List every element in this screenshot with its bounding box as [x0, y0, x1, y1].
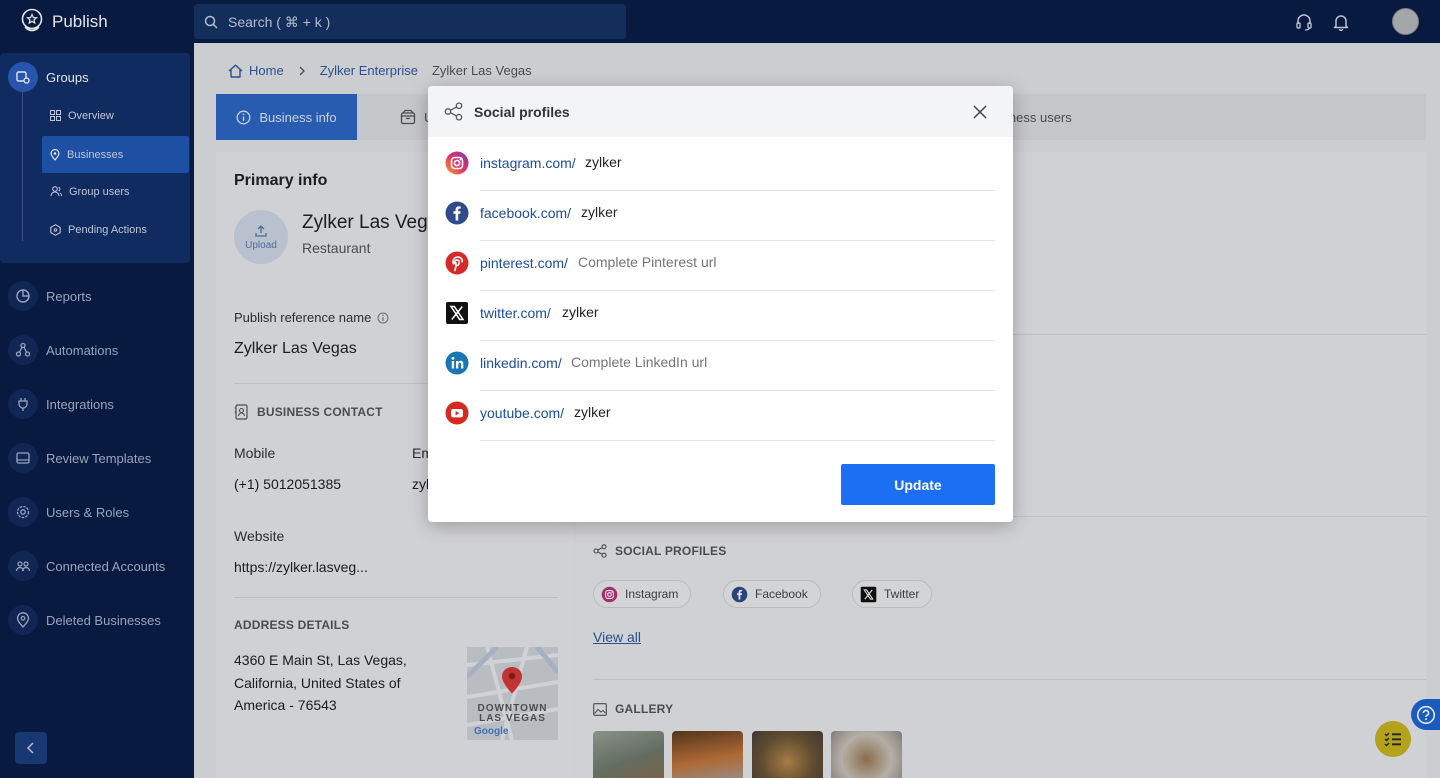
modal-title: Social profiles — [474, 103, 570, 120]
facebook-icon — [445, 201, 469, 225]
instagram-input[interactable] — [585, 151, 985, 173]
input-underline — [480, 240, 995, 241]
social-row-youtube: youtube.com/ — [445, 398, 995, 441]
youtube-input[interactable] — [574, 401, 974, 423]
social-row-twitter: twitter.com/ — [445, 298, 995, 341]
instagram-prefix: instagram.com/ — [480, 155, 576, 171]
youtube-icon — [445, 401, 469, 425]
close-button[interactable] — [969, 101, 991, 123]
twitter-prefix: twitter.com/ — [480, 305, 551, 321]
social-row-instagram: instagram.com/ — [445, 148, 995, 191]
input-underline — [480, 340, 995, 341]
input-underline — [480, 390, 995, 391]
input-underline — [480, 440, 995, 441]
linkedin-icon — [445, 351, 469, 375]
modal-header: Social profiles — [428, 86, 1013, 137]
pinterest-input[interactable] — [578, 251, 978, 273]
facebook-input[interactable] — [581, 201, 981, 223]
pinterest-prefix: pinterest.com/ — [480, 255, 568, 271]
close-icon — [973, 105, 987, 119]
facebook-prefix: facebook.com/ — [480, 205, 572, 221]
social-profiles-modal: Social profiles instagram.com/ facebook.… — [428, 86, 1013, 522]
update-button[interactable]: Update — [841, 464, 995, 505]
linkedin-prefix: linkedin.com/ — [480, 355, 562, 371]
twitter-input[interactable] — [562, 301, 962, 323]
social-row-pinterest: pinterest.com/ — [445, 248, 995, 291]
social-row-facebook: facebook.com/ — [445, 198, 995, 241]
input-underline — [480, 190, 995, 191]
x-twitter-icon — [446, 302, 468, 324]
share-icon — [444, 102, 463, 121]
instagram-icon — [445, 151, 469, 175]
pinterest-icon — [445, 251, 469, 275]
linkedin-input[interactable] — [571, 351, 971, 373]
input-underline — [480, 290, 995, 291]
social-row-linkedin: linkedin.com/ — [445, 348, 995, 391]
youtube-prefix: youtube.com/ — [480, 405, 565, 421]
